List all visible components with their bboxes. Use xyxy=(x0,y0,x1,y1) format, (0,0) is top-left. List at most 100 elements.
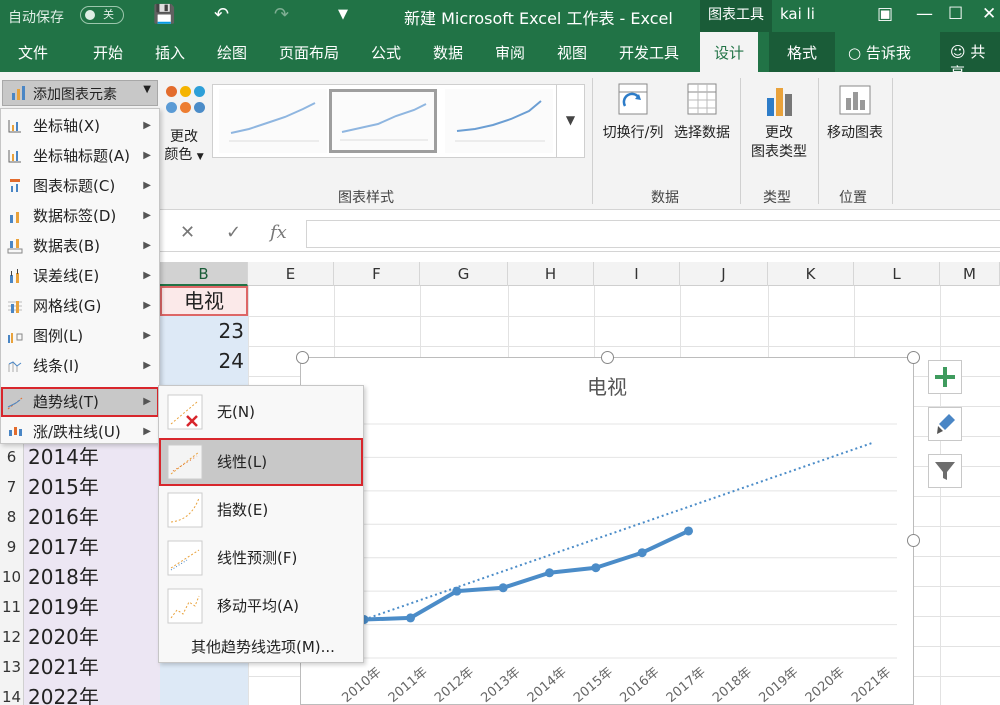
table-row[interactable]: 12 2020年 xyxy=(0,622,160,652)
chart-resize-handle[interactable] xyxy=(907,534,920,547)
menu-item-trendline[interactable]: 趋势线(T) ▶ xyxy=(1,387,159,417)
column-header-e[interactable]: E xyxy=(248,262,334,286)
column-header-f[interactable]: F xyxy=(334,262,420,286)
trendline-linear[interactable]: 线性(L) xyxy=(159,438,363,486)
row-number[interactable]: 13 xyxy=(0,652,24,682)
tab-draw[interactable]: 绘图 xyxy=(217,42,247,63)
change-chart-type-button[interactable]: 更改 图表类型 xyxy=(746,80,812,162)
chart-filters-button[interactable] xyxy=(928,454,962,488)
tab-formulas[interactable]: 公式 xyxy=(371,42,401,63)
menu-item-data-table[interactable]: 数据表(B) ▶ xyxy=(1,231,159,261)
line-chart[interactable]: 电视 2010年 2011年 2012年 2013年 2014年 2015年 2016年 201… xyxy=(300,357,914,705)
menu-item-gridlines[interactable]: 网格线(G) ▶ xyxy=(1,291,159,321)
year-cell[interactable]: 2015年 xyxy=(24,472,160,502)
menu-item-lines[interactable]: 线条(I) ▶ xyxy=(1,351,159,381)
share-button[interactable]: ☺ 共享 xyxy=(940,32,1000,82)
chart-styles-button[interactable] xyxy=(928,407,962,441)
trendline-more-options[interactable]: 其他趋势线选项(M)... xyxy=(159,630,363,664)
chart-style-thumb[interactable] xyxy=(219,89,327,153)
row-number[interactable]: 8 xyxy=(0,502,24,532)
column-header-g[interactable]: G xyxy=(420,262,508,286)
menu-item-error-bars[interactable]: 误差线(E) ▶ xyxy=(1,261,159,291)
column-header-j[interactable]: J xyxy=(680,262,768,286)
chart-style-thumb-selected[interactable] xyxy=(329,89,437,153)
cancel-icon[interactable]: ✕ xyxy=(180,222,195,243)
table-row[interactable]: 7 2015年 xyxy=(0,472,160,502)
switch-row-column-button[interactable]: 切换行/列 xyxy=(598,80,668,143)
autosave-toggle[interactable]: 关 xyxy=(80,6,124,24)
menu-item-chart-title[interactable]: 图表标题(C) ▶ xyxy=(1,171,159,201)
column-header-h[interactable]: H xyxy=(508,262,594,286)
tab-page-layout[interactable]: 页面布局 xyxy=(279,42,339,63)
menu-item-data-labels[interactable]: 数据标签(D) ▶ xyxy=(1,201,159,231)
row-number[interactable]: 7 xyxy=(0,472,24,502)
column-header-i[interactable]: I xyxy=(594,262,680,286)
column-header-k[interactable]: K xyxy=(768,262,854,286)
tab-home[interactable]: 开始 xyxy=(93,42,123,63)
year-cell[interactable]: 2017年 xyxy=(24,532,160,562)
year-cell[interactable]: 2019年 xyxy=(24,592,160,622)
insert-function-icon[interactable]: fx xyxy=(270,222,287,243)
user-name[interactable]: kai li xyxy=(780,5,815,23)
save-icon[interactable]: 💾 xyxy=(153,4,175,26)
table-row[interactable]: 11 2019年 xyxy=(0,592,160,622)
tab-view[interactable]: 视图 xyxy=(557,42,587,63)
menu-item-legend[interactable]: 图例(L) ▶ xyxy=(1,321,159,351)
column-header-m[interactable]: M xyxy=(940,262,1000,286)
year-cell[interactable]: 2018年 xyxy=(24,562,160,592)
menu-item-axis-titles[interactable]: 坐标轴标题(A) ▶ xyxy=(1,141,159,171)
tell-me[interactable]: ○ 告诉我 xyxy=(848,42,911,63)
change-colors-button[interactable]: 更改 颜色 ▼ xyxy=(160,128,208,166)
select-data-button[interactable]: 选择数据 xyxy=(670,80,734,143)
menu-item-axes[interactable]: 坐标轴(X) ▶ xyxy=(1,111,159,141)
column-header-b[interactable]: B xyxy=(160,262,248,286)
tab-insert[interactable]: 插入 xyxy=(155,42,185,63)
move-chart-button[interactable]: 移动图表 xyxy=(822,80,888,143)
year-cell[interactable]: 2016年 xyxy=(24,502,160,532)
chart-style-thumb[interactable] xyxy=(445,89,553,153)
chart-resize-handle[interactable] xyxy=(907,351,920,364)
maximize-icon[interactable]: ☐ xyxy=(948,2,963,26)
trendline-moving-average[interactable]: 移动平均(A) xyxy=(159,582,363,630)
row-number[interactable]: 11 xyxy=(0,592,24,622)
table-row[interactable]: 14 2022年 xyxy=(0,682,160,705)
year-cell[interactable]: 2020年 xyxy=(24,622,160,652)
tab-format[interactable]: 格式 xyxy=(769,32,836,72)
chart-elements-button[interactable] xyxy=(928,360,962,394)
tab-review[interactable]: 审阅 xyxy=(495,42,525,63)
table-row[interactable]: 13 2021年 xyxy=(0,652,160,682)
minimize-icon[interactable]: — xyxy=(916,2,933,26)
formula-input[interactable] xyxy=(306,220,1000,248)
tab-developer[interactable]: 开发工具 xyxy=(619,42,679,63)
ribbon-display-icon[interactable]: ▣ xyxy=(877,2,893,26)
row-number[interactable]: 12 xyxy=(0,622,24,652)
color-palette-icon[interactable] xyxy=(160,84,208,124)
year-cell[interactable]: 2021年 xyxy=(24,652,160,682)
row-number[interactable]: 14 xyxy=(0,682,24,705)
customize-quick-access-icon[interactable]: ▼ xyxy=(338,4,348,26)
tab-file[interactable]: 文件 xyxy=(18,42,48,63)
column-header-l[interactable]: L xyxy=(854,262,940,286)
chart-resize-handle[interactable] xyxy=(296,351,309,364)
chart-resize-handle[interactable] xyxy=(601,351,614,364)
row-number[interactable]: 10 xyxy=(0,562,24,592)
table-row[interactable]: 10 2018年 xyxy=(0,562,160,592)
year-cell[interactable]: 2022年 xyxy=(24,682,160,705)
trendline-linear-forecast[interactable]: 线性预测(F) xyxy=(159,534,363,582)
trendline-none[interactable]: 无(N) xyxy=(159,388,363,436)
cell-b1[interactable]: 电视 xyxy=(160,286,248,316)
row-number[interactable]: 9 xyxy=(0,532,24,562)
table-row[interactable]: 9 2017年 xyxy=(0,532,160,562)
close-icon[interactable]: ✕ xyxy=(982,2,996,26)
tab-design[interactable]: 设计 xyxy=(700,32,759,72)
redo-icon[interactable]: ↷ xyxy=(274,4,289,26)
tab-data[interactable]: 数据 xyxy=(433,42,463,63)
gallery-more-icon[interactable]: ▼ xyxy=(556,85,584,157)
menu-item-up-down-bars[interactable]: 涨/跌柱线(U) ▶ xyxy=(1,417,159,447)
add-chart-element-button[interactable]: 添加图表元素 ▼ xyxy=(2,80,158,106)
cell-b2[interactable]: 23 xyxy=(160,316,244,346)
table-row[interactable]: 8 2016年 xyxy=(0,502,160,532)
undo-icon[interactable]: ↶ xyxy=(214,4,229,26)
trendline-exponential[interactable]: 指数(E) xyxy=(159,486,363,534)
cell-b3[interactable]: 24 xyxy=(160,346,244,376)
